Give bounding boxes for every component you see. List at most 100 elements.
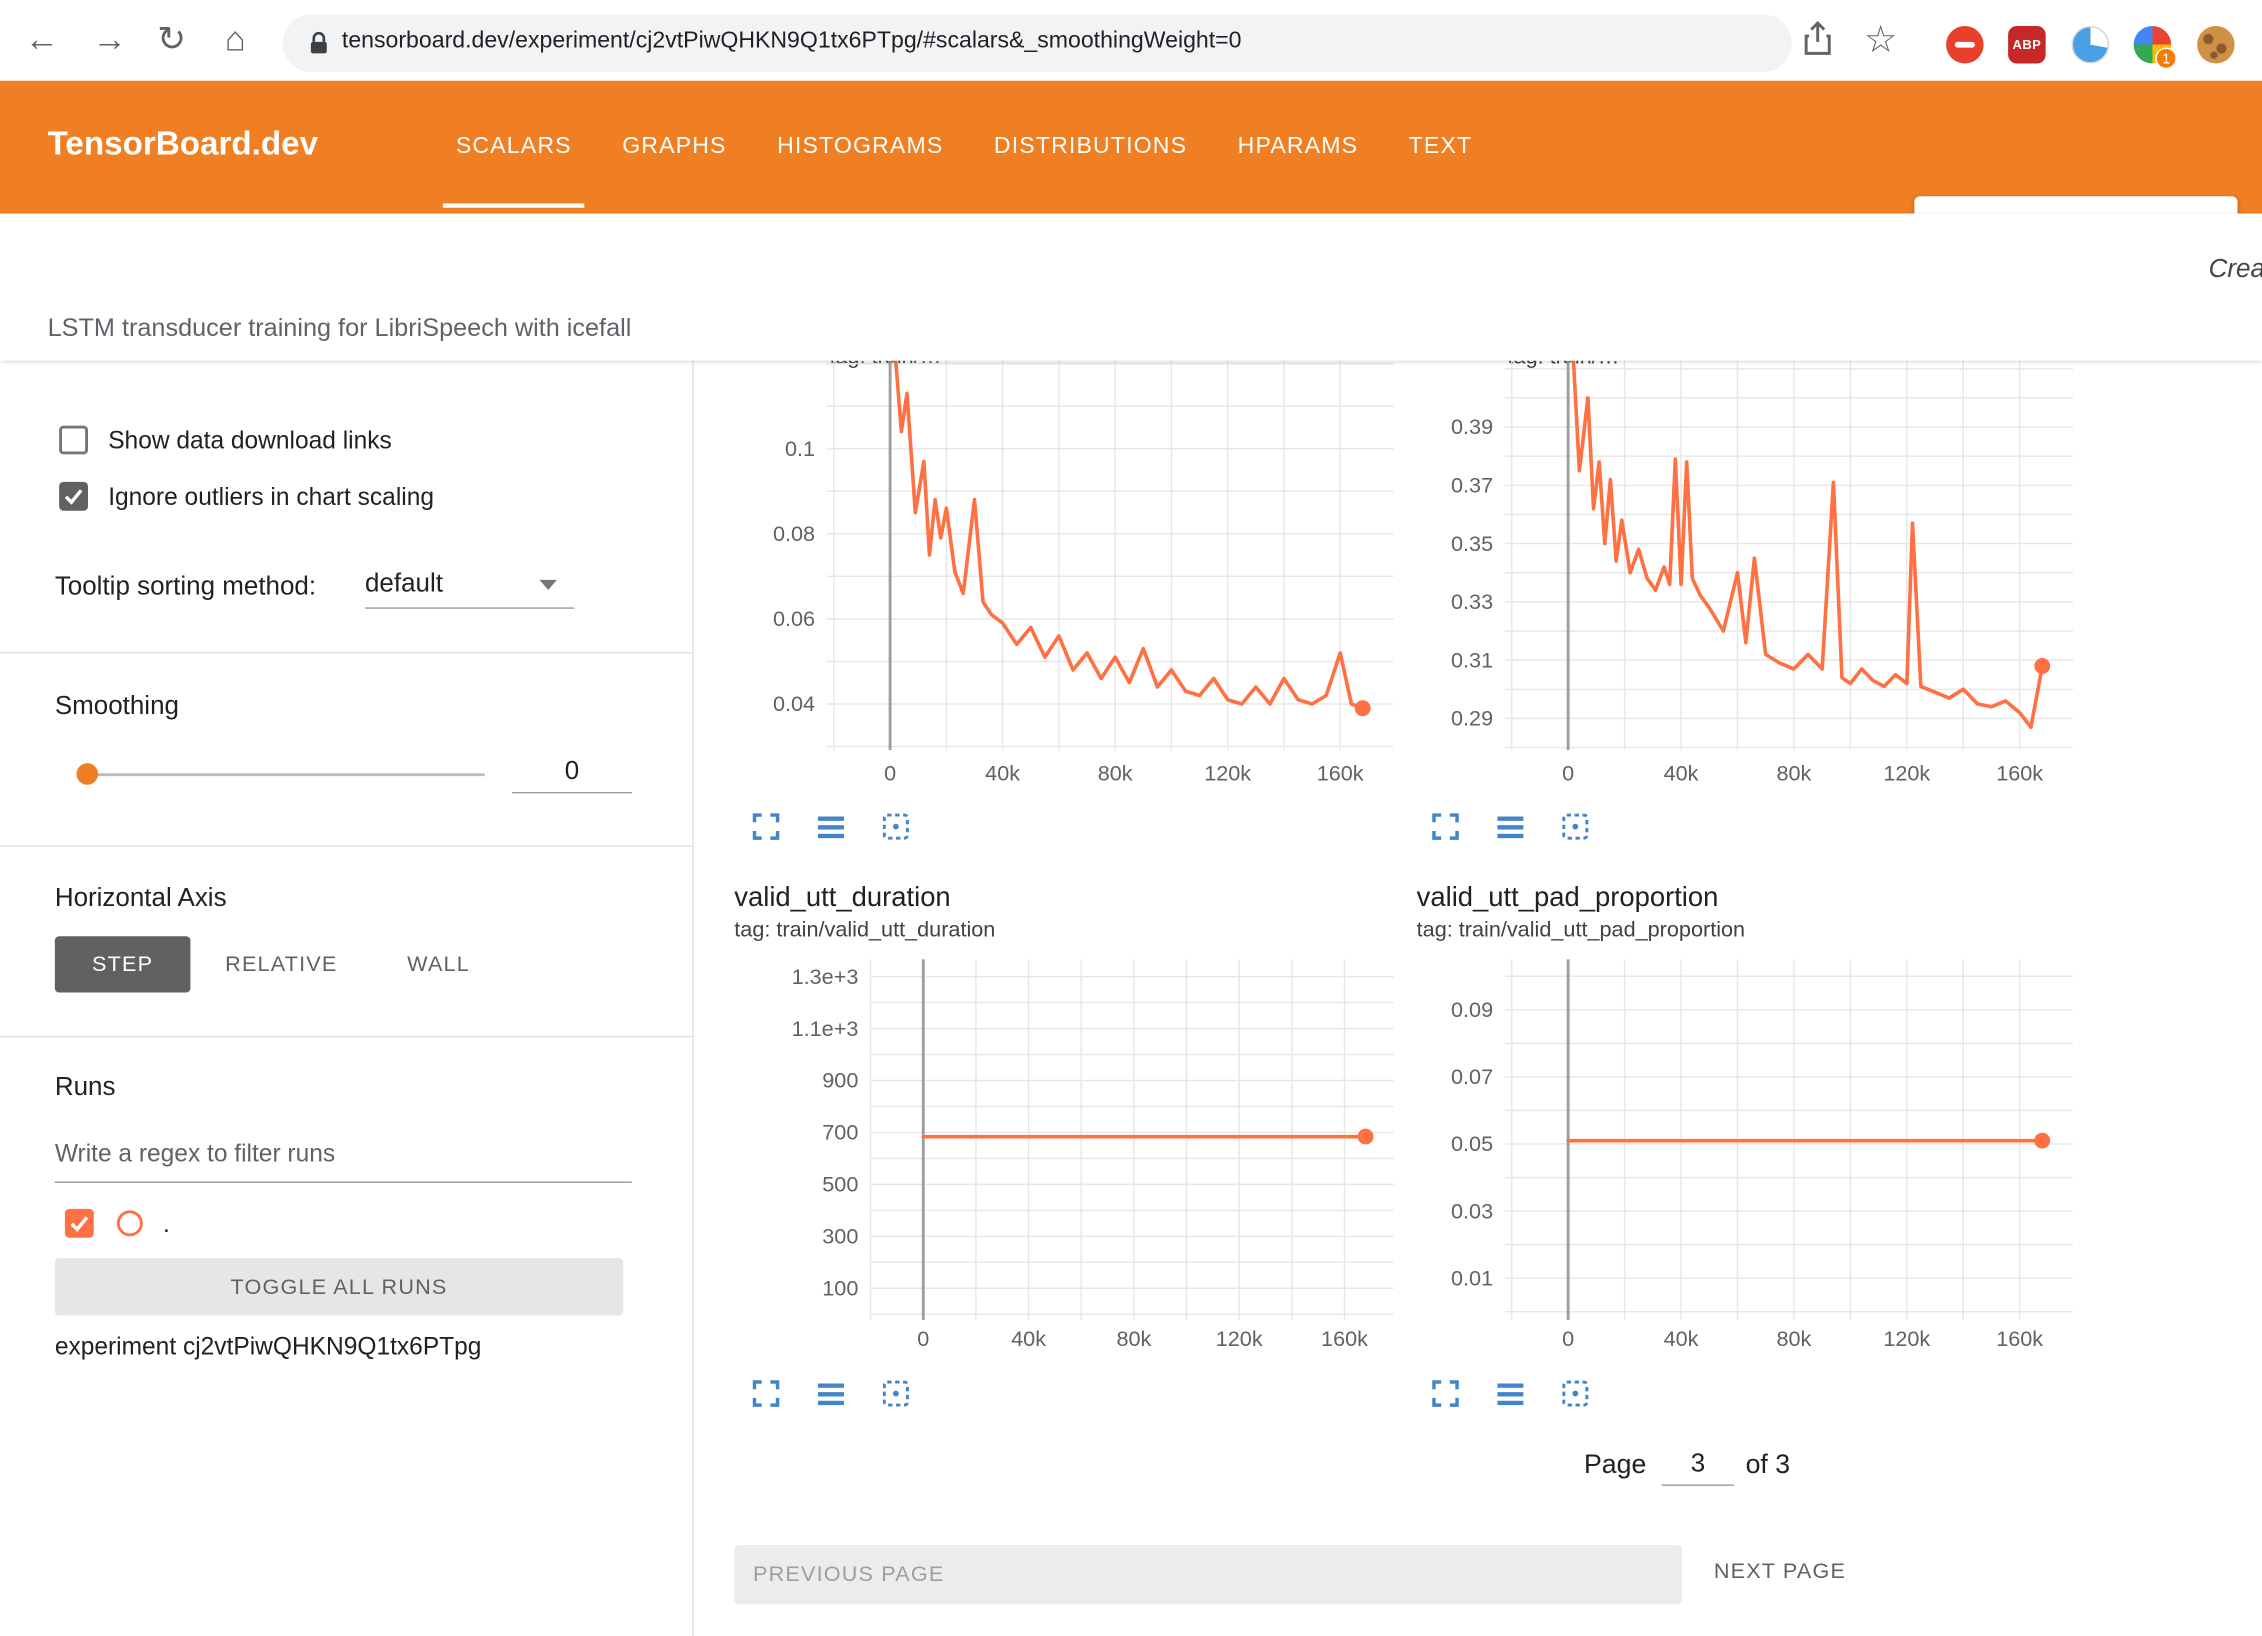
fullscreen-icon[interactable] xyxy=(1430,1378,1462,1410)
ignore-outliers-checkbox[interactable] xyxy=(59,482,88,511)
tooltip-sorting-label: Tooltip sorting method: xyxy=(55,571,316,601)
svg-text:1.1e+3: 1.1e+3 xyxy=(792,1016,859,1041)
share-icon[interactable] xyxy=(1800,20,1835,65)
extension-blue-icon[interactable] xyxy=(2072,26,2110,64)
page-label: Page xyxy=(1584,1448,1646,1480)
next-page-button[interactable]: NEXT PAGE xyxy=(1714,1559,1846,1584)
fit-domain-icon[interactable] xyxy=(1559,811,1591,843)
divider xyxy=(0,652,694,653)
bookmark-star-icon[interactable]: ☆ xyxy=(1864,17,1898,62)
data-table-icon[interactable] xyxy=(1495,1378,1527,1410)
svg-text:80k: 80k xyxy=(1098,760,1133,785)
tab-scalars[interactable]: SCALARS xyxy=(443,81,585,214)
chart-tag: tag: train/valid_utt_duration xyxy=(734,918,995,943)
svg-text:900: 900 xyxy=(822,1068,858,1093)
svg-text:80k: 80k xyxy=(1776,1326,1811,1351)
svg-text:0: 0 xyxy=(1562,760,1574,785)
axis-step-button[interactable]: STEP xyxy=(55,936,191,992)
fit-domain-icon[interactable] xyxy=(880,811,912,843)
divider xyxy=(0,845,694,846)
chart-toolbar xyxy=(1430,811,1592,843)
svg-text:160k: 160k xyxy=(1996,760,2043,785)
svg-text:120k: 120k xyxy=(1883,1326,1930,1351)
extension-badge: 1 xyxy=(2155,48,2177,70)
axis-relative-button[interactable]: RELATIVE xyxy=(206,936,356,992)
browser-chrome: ← → ↻ ⌂ tensorboard.dev/experiment/cj2vt… xyxy=(0,0,2262,81)
page-number-input[interactable] xyxy=(1662,1443,1734,1486)
svg-text:300: 300 xyxy=(822,1224,858,1249)
tab-text[interactable]: TEXT xyxy=(1396,81,1486,214)
tab-hparams[interactable]: HPARAMS xyxy=(1225,81,1371,214)
chart-plot-top-left[interactable]: 040k80k120k160k0.040.060.080.1 xyxy=(734,361,1412,797)
viewport: ← → ↻ ⌂ tensorboard.dev/experiment/cj2vt… xyxy=(0,0,2262,1636)
cookie-icon[interactable] xyxy=(2197,26,2235,64)
extension-abp-icon[interactable]: ABP xyxy=(2008,26,2046,64)
show-download-links-checkbox[interactable] xyxy=(59,426,88,455)
fit-domain-icon[interactable] xyxy=(1559,1378,1591,1410)
chart-plot-valid-utt-pad-proportion[interactable]: 040k80k120k160k0.010.030.050.070.09 xyxy=(1417,945,2095,1371)
toggle-all-runs-button[interactable]: TOGGLE ALL RUNS xyxy=(55,1258,623,1316)
horizontal-axis-label: Horizontal Axis xyxy=(55,883,227,913)
settings-sidebar: Show data download links Ignore outliers… xyxy=(0,361,694,1636)
chart-tag: tag: train/valid_utt_pad_proportion xyxy=(1417,918,1745,943)
chart-plot-top-right[interactable]: 040k80k120k160k0.290.310.330.350.370.39 xyxy=(1417,361,2095,797)
fit-domain-icon[interactable] xyxy=(880,1378,912,1410)
svg-text:0: 0 xyxy=(1562,1326,1574,1351)
chevron-down-icon[interactable] xyxy=(540,580,557,590)
divider xyxy=(0,1036,694,1037)
home-icon[interactable]: ⌂ xyxy=(214,20,257,60)
svg-text:0.03: 0.03 xyxy=(1451,1198,1493,1223)
smoothing-slider-thumb[interactable] xyxy=(76,763,98,785)
run-checkbox[interactable] xyxy=(65,1209,94,1238)
smoothing-value-input[interactable] xyxy=(512,750,632,793)
dropdown-underline xyxy=(365,607,574,608)
lock-icon xyxy=(309,32,329,64)
chart-toolbar xyxy=(1430,1378,1592,1410)
svg-text:80k: 80k xyxy=(1776,760,1811,785)
smoothing-slider-track[interactable] xyxy=(79,773,484,776)
page-of-label: of 3 xyxy=(1746,1448,1791,1480)
refresh-icon[interactable]: ↻ xyxy=(150,20,193,60)
charts-panel: tag: train/… tag: train/… 040k80k120k160… xyxy=(694,361,2262,1636)
run-color-swatch[interactable] xyxy=(117,1210,143,1236)
svg-text:0: 0 xyxy=(917,1326,929,1351)
svg-text:40k: 40k xyxy=(1664,1326,1699,1351)
svg-text:0.1: 0.1 xyxy=(785,436,815,461)
svg-text:0.06: 0.06 xyxy=(773,606,815,631)
show-download-links-label: Show data download links xyxy=(108,427,392,456)
data-table-icon[interactable] xyxy=(1495,811,1527,843)
forward-icon[interactable]: → xyxy=(88,20,131,60)
fullscreen-icon[interactable] xyxy=(1430,811,1462,843)
svg-text:160k: 160k xyxy=(1317,760,1364,785)
url-text[interactable]: tensorboard.dev/experiment/cj2vtPiwQHKN9… xyxy=(342,29,1242,55)
svg-text:120k: 120k xyxy=(1216,1326,1263,1351)
svg-text:0.37: 0.37 xyxy=(1451,473,1493,498)
tab-graphs[interactable]: GRAPHS xyxy=(609,81,739,214)
axis-wall-button[interactable]: WALL xyxy=(378,936,499,992)
tooltip-sorting-dropdown[interactable]: default xyxy=(365,568,443,598)
svg-text:160k: 160k xyxy=(1321,1326,1368,1351)
ignore-outliers-label: Ignore outliers in chart scaling xyxy=(108,483,434,512)
back-icon[interactable]: ← xyxy=(20,20,63,60)
extension-adblock-icon[interactable] xyxy=(1946,26,1984,64)
svg-text:0.01: 0.01 xyxy=(1451,1265,1493,1290)
data-table-icon[interactable] xyxy=(815,811,847,843)
svg-text:500: 500 xyxy=(822,1172,858,1197)
svg-text:0.07: 0.07 xyxy=(1451,1064,1493,1089)
chart-plot-valid-utt-duration[interactable]: 040k80k120k160k1003005007009001.1e+31.3e… xyxy=(734,945,1412,1371)
previous-page-button[interactable]: PREVIOUS PAGE xyxy=(734,1545,1682,1604)
svg-text:0.05: 0.05 xyxy=(1451,1131,1493,1156)
data-table-icon[interactable] xyxy=(815,1378,847,1410)
url-bar[interactable]: tensorboard.dev/experiment/cj2vtPiwQHKN9… xyxy=(283,14,1792,72)
svg-text:100: 100 xyxy=(822,1275,858,1300)
brand-title[interactable]: TensorBoard.dev xyxy=(48,124,318,163)
smoothing-label: Smoothing xyxy=(55,691,179,721)
fullscreen-icon[interactable] xyxy=(750,1378,782,1410)
fullscreen-icon[interactable] xyxy=(750,811,782,843)
runs-regex-input[interactable] xyxy=(55,1125,632,1183)
svg-text:1.3e+3: 1.3e+3 xyxy=(792,964,859,989)
tab-histograms[interactable]: HISTOGRAMS xyxy=(764,81,956,214)
tab-distributions[interactable]: DISTRIBUTIONS xyxy=(981,81,1200,214)
tab-bar: SCALARS GRAPHS HISTOGRAMS DISTRIBUTIONS … xyxy=(443,81,1485,214)
svg-text:0.29: 0.29 xyxy=(1451,706,1493,731)
